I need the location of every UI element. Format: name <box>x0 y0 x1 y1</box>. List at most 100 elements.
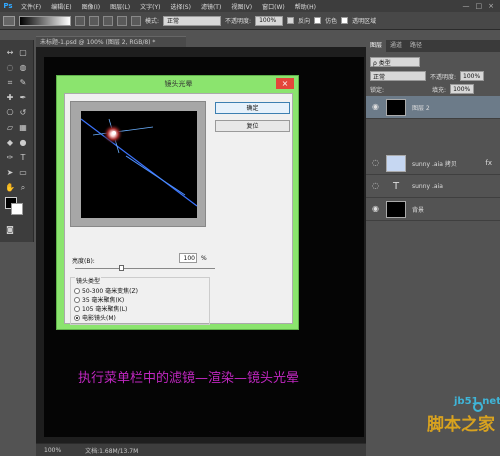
lens-flare-dialog: 镜头光晕 × 确定 复位 亮度(B): 100 % 镜头类型 50-300 毫米… <box>56 75 299 330</box>
toolbox: ↔ ▢ ◌ ◍ ⌗ ✎ ✚ ✒ ⎔ ↺ ▱ ▦ ◆ ● ✑ T ➤ ▭ ✋ ⌕ … <box>0 40 34 242</box>
marquee-tool-icon[interactable]: ▢ <box>18 48 28 58</box>
layer-row-layer2[interactable]: ◉ 图层 2 <box>366 96 500 119</box>
diamond-gradient-button[interactable] <box>131 15 141 26</box>
menu-type[interactable]: 文字(Y) <box>135 2 165 11</box>
menu-edit[interactable]: 编辑(E) <box>46 2 76 11</box>
layer-type-filter[interactable]: ρ 类型 <box>370 57 420 67</box>
layer-thumbnail <box>386 154 406 172</box>
path-selection-tool-icon[interactable]: ➤ <box>5 168 15 178</box>
visibility-eye-icon[interactable]: ◌ <box>372 182 380 190</box>
visibility-eye-icon[interactable]: ◉ <box>372 205 380 213</box>
shape-tool-icon[interactable]: ▭ <box>18 168 28 178</box>
healing-tool-icon[interactable]: ✚ <box>5 93 15 103</box>
lens-option-label: 105 毫米聚焦(L) <box>82 306 128 313</box>
options-bar: 模式: 正常 不透明度: 100% 反向 仿色 透明区域 <box>0 12 500 30</box>
menu-image[interactable]: 图像(I) <box>77 2 105 11</box>
flare-preview[interactable] <box>80 111 198 218</box>
brightness-slider-thumb[interactable] <box>119 265 125 271</box>
gradient-tool-icon[interactable]: ▦ <box>18 123 28 133</box>
opacity-input[interactable]: 100% <box>255 15 284 26</box>
document-tab[interactable]: 未标题-1.psd @ 100% (图层 2, RGB/8) * <box>36 36 186 47</box>
close-window-button[interactable]: × <box>488 2 494 10</box>
gradient-picker[interactable] <box>19 15 71 26</box>
layer-name: 背景 <box>412 206 425 214</box>
menu-view[interactable]: 视图(V) <box>226 2 257 11</box>
reset-button[interactable]: 复位 <box>215 120 290 132</box>
gradient-tool-icon[interactable] <box>3 15 15 26</box>
maximize-button[interactable]: □ <box>476 2 483 10</box>
menu-window[interactable]: 窗口(W) <box>257 2 290 11</box>
pen-tool-icon[interactable]: ✑ <box>5 153 15 163</box>
linear-gradient-button[interactable] <box>75 15 85 26</box>
background-color-swatch[interactable] <box>11 203 23 215</box>
text-layer-icon: T <box>386 177 406 195</box>
angle-gradient-button[interactable] <box>103 15 113 26</box>
lens-option-35[interactable]: 35 毫米聚焦(K) <box>74 295 124 304</box>
radio-50-300[interactable] <box>74 287 80 294</box>
status-zoom: 100% <box>44 446 62 454</box>
type-tool-icon[interactable]: T <box>18 153 28 163</box>
move-tool-icon[interactable]: ↔ <box>5 48 15 58</box>
layer-effects-icon[interactable]: fx <box>485 159 492 167</box>
dodge-tool-icon[interactable]: ● <box>18 138 28 148</box>
status-bar: 100% 文档:1.68M/13.7M <box>36 443 366 456</box>
lens-option-50-300[interactable]: 50-300 毫米变焦(Z) <box>74 286 138 295</box>
ok-button[interactable]: 确定 <box>215 102 290 114</box>
tab-channels[interactable]: 通道 <box>386 40 406 52</box>
status-doc-size: 文档:1.68M/13.7M <box>85 447 139 455</box>
tab-paths[interactable]: 路径 <box>406 40 426 52</box>
brightness-unit: % <box>201 255 207 262</box>
brightness-input[interactable]: 100 <box>179 253 197 263</box>
menu-layer[interactable]: 图层(L) <box>105 2 135 11</box>
mode-select[interactable]: 正常 <box>163 15 222 26</box>
layer-row-sunny-copy[interactable]: ◌ sunny .aia 拷贝 fx <box>366 152 500 175</box>
menu-help[interactable]: 帮助(H) <box>290 2 321 11</box>
radio-105[interactable] <box>74 305 80 312</box>
brush-tool-icon[interactable]: ✒ <box>18 93 28 103</box>
fill-input[interactable]: 100% <box>450 84 475 94</box>
eyedropper-tool-icon[interactable]: ✎ <box>18 78 28 88</box>
tab-layers[interactable]: 图层 <box>366 40 387 52</box>
hand-tool-icon[interactable]: ✋ <box>5 183 15 193</box>
visibility-eye-icon[interactable]: ◌ <box>372 159 380 167</box>
radial-gradient-button[interactable] <box>89 15 99 26</box>
layer-row-background[interactable]: ◉ 背景 <box>366 198 500 221</box>
transparency-label: 透明区域 <box>352 18 377 25</box>
menu-file[interactable]: 文件(F) <box>16 2 46 11</box>
menu-select[interactable]: 选择(S) <box>165 2 196 11</box>
visibility-eye-icon[interactable]: ◉ <box>372 103 380 111</box>
eraser-tool-icon[interactable]: ▱ <box>5 123 15 133</box>
lasso-tool-icon[interactable]: ◌ <box>5 63 15 73</box>
reflected-gradient-button[interactable] <box>117 15 127 26</box>
brightness-label: 亮度(B): <box>72 258 95 265</box>
lens-option-label: 50-300 毫米变焦(Z) <box>82 288 138 295</box>
panel-tabs: 图层 通道 路径 <box>366 40 500 52</box>
layer-filter-row: ρ 类型 <box>370 57 420 67</box>
lens-option-105[interactable]: 105 毫米聚焦(L) <box>74 304 127 313</box>
layer-row-sunny[interactable]: ◌ T sunny .aia <box>366 175 500 198</box>
crop-tool-icon[interactable]: ⌗ <box>5 78 15 88</box>
dialog-close-button[interactable]: × <box>276 78 294 89</box>
lens-option-movie[interactable]: 电影镜头(M) <box>74 313 116 322</box>
menu-filter[interactable]: 滤镜(T) <box>196 2 226 11</box>
lens-type-label: 镜头类型 <box>75 276 102 285</box>
layers-panel: 图层 通道 路径 ρ 类型 正常 不透明度: 100% 锁定: 填充: 100%… <box>366 30 500 456</box>
dither-checkbox[interactable] <box>314 17 322 24</box>
photoshop-logo: Ps <box>3 2 13 10</box>
quick-mask-icon[interactable]: ◙ <box>5 225 15 235</box>
history-brush-tool-icon[interactable]: ↺ <box>18 108 28 118</box>
minimize-button[interactable]: — <box>463 2 470 10</box>
blend-mode-select[interactable]: 正常 <box>370 71 426 81</box>
quick-selection-tool-icon[interactable]: ◍ <box>18 63 28 73</box>
layer-thumbnail <box>386 98 406 116</box>
radio-movie[interactable] <box>74 314 80 321</box>
clone-stamp-tool-icon[interactable]: ⎔ <box>5 108 15 118</box>
zoom-tool-icon[interactable]: ⌕ <box>18 183 28 193</box>
blur-tool-icon[interactable]: ◆ <box>5 138 15 148</box>
layer-opacity-input[interactable]: 100% <box>460 71 485 81</box>
radio-35[interactable] <box>74 296 80 303</box>
brightness-slider-track[interactable] <box>75 268 215 269</box>
transparency-checkbox[interactable] <box>341 17 349 24</box>
reverse-checkbox[interactable] <box>287 17 295 24</box>
opacity-label: 不透明度: <box>225 18 252 25</box>
